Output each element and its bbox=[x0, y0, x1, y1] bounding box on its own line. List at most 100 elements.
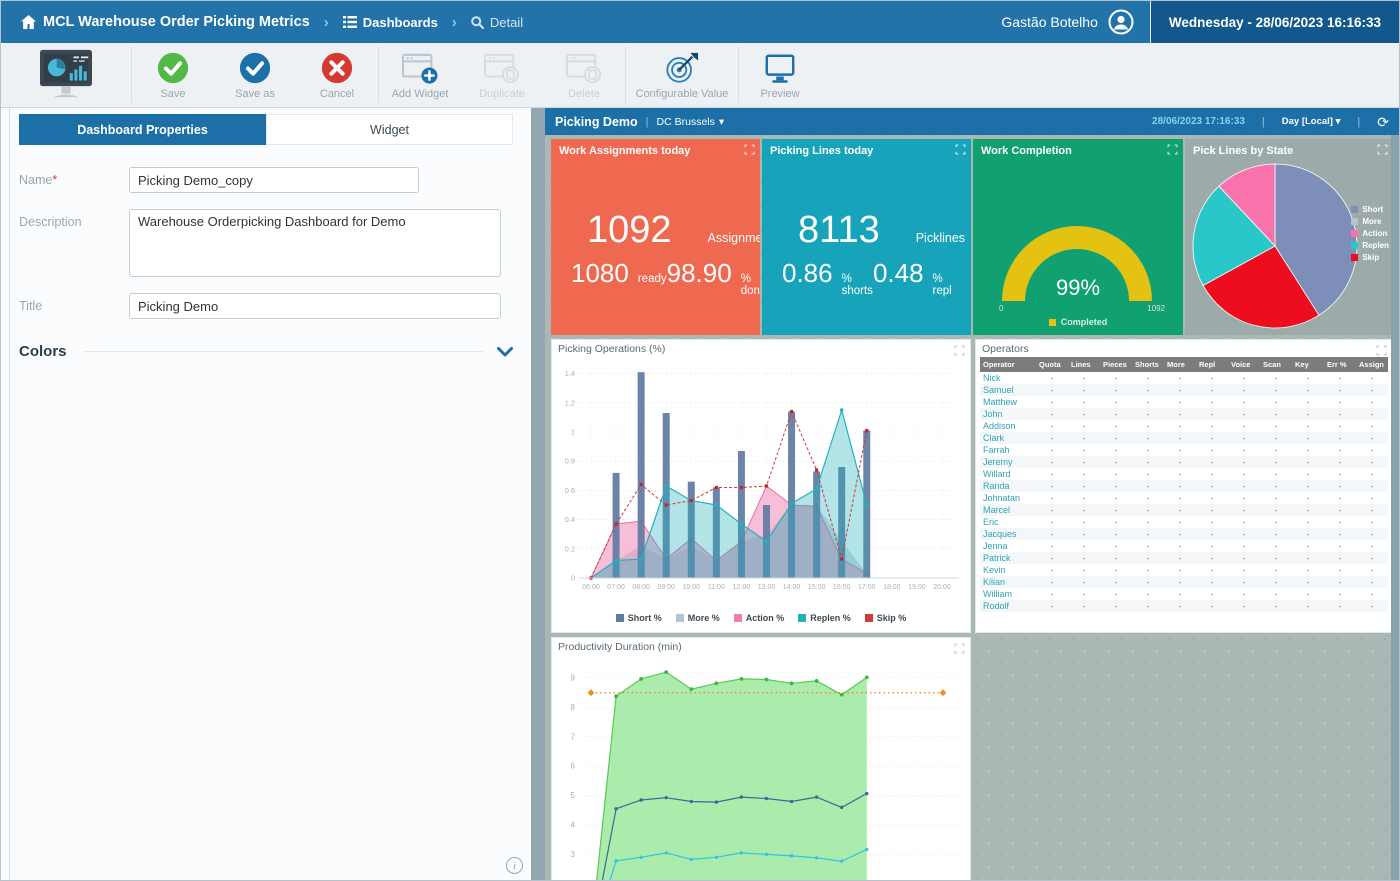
svg-text:8: 8 bbox=[571, 703, 576, 712]
time-range-selector[interactable]: Day [Local] ▾ bbox=[1282, 116, 1341, 127]
expand-icon[interactable] bbox=[1167, 144, 1178, 155]
table-cell: - bbox=[1100, 420, 1132, 432]
dashboard-app-icon bbox=[1, 43, 131, 107]
tab-widget[interactable]: Widget bbox=[266, 114, 513, 145]
table-cell: - bbox=[1356, 384, 1388, 396]
table-cell: - bbox=[1324, 432, 1356, 444]
operator-name: Johnatan bbox=[980, 492, 1036, 504]
title-field[interactable] bbox=[129, 293, 501, 319]
table-row: Jenna----------- bbox=[980, 540, 1388, 552]
svg-text:20:00: 20:00 bbox=[933, 584, 951, 591]
table-cell: - bbox=[1356, 588, 1388, 600]
table-cell: - bbox=[1196, 396, 1228, 408]
svg-text:16:00: 16:00 bbox=[833, 584, 851, 591]
expand-icon[interactable] bbox=[744, 144, 755, 155]
user-menu[interactable]: Gastão Botelho bbox=[985, 1, 1150, 43]
tab-dashboard-properties[interactable]: Dashboard Properties bbox=[19, 114, 266, 145]
panel-dashboard-divider[interactable] bbox=[531, 108, 545, 880]
breadcrumb-dashboards[interactable]: Dashboards bbox=[343, 15, 438, 30]
kpi-sub-label: % repl bbox=[933, 273, 952, 297]
kpi-sub-value: 1080 bbox=[571, 258, 629, 289]
column-header[interactable]: Operator bbox=[980, 357, 1036, 372]
table-cell: - bbox=[1132, 600, 1164, 612]
table-cell: - bbox=[1068, 588, 1100, 600]
expand-icon[interactable] bbox=[1376, 345, 1387, 356]
table-cell: - bbox=[1100, 396, 1132, 408]
column-header[interactable]: Lines bbox=[1068, 357, 1100, 372]
colors-section-header[interactable]: Colors bbox=[19, 343, 513, 360]
name-field[interactable] bbox=[129, 167, 419, 193]
info-icon[interactable]: i bbox=[506, 857, 523, 874]
table-row: William----------- bbox=[980, 588, 1388, 600]
column-header[interactable]: Scan bbox=[1260, 357, 1292, 372]
operator-name: Marcel bbox=[980, 504, 1036, 516]
column-header[interactable]: Repl bbox=[1196, 357, 1228, 372]
widget-picking-operations[interactable]: Picking Operations (%) 00.20.40.60.811.2… bbox=[551, 339, 971, 633]
caret-down-icon: ▾ bbox=[719, 116, 724, 128]
svg-text:07:00: 07:00 bbox=[607, 584, 625, 591]
table-cell: - bbox=[1356, 492, 1388, 504]
table-cell: - bbox=[1100, 444, 1132, 456]
widget-work-assignments[interactable]: Work Assignments today 1092Assignments 1… bbox=[551, 139, 760, 335]
refresh-icon[interactable]: ⟳ bbox=[1377, 115, 1389, 129]
legend-swatch bbox=[865, 614, 873, 622]
legend-swatch bbox=[1351, 242, 1358, 249]
table-cell: - bbox=[1068, 384, 1100, 396]
table-cell: - bbox=[1228, 516, 1260, 528]
legend-swatch bbox=[798, 614, 806, 622]
operator-name: Kevin bbox=[980, 564, 1036, 576]
column-header[interactable]: Key bbox=[1292, 357, 1324, 372]
svg-text:0: 0 bbox=[571, 574, 575, 583]
column-header[interactable]: Quota bbox=[1036, 357, 1068, 372]
delete-button[interactable]: Delete bbox=[543, 43, 625, 107]
legend-swatch bbox=[1351, 218, 1358, 225]
widget-operators[interactable]: Operators OperatorQuotaLinesPiecesShorts… bbox=[975, 339, 1391, 633]
column-header[interactable]: Err % bbox=[1324, 357, 1356, 372]
svg-text:5: 5 bbox=[571, 791, 576, 800]
gauge-value: 99% bbox=[973, 275, 1183, 301]
widget-productivity-duration[interactable]: Productivity Duration (min) 23456789 bbox=[551, 637, 971, 880]
table-cell: - bbox=[1356, 468, 1388, 480]
table-cell: - bbox=[1196, 408, 1228, 420]
table-cell: - bbox=[1196, 492, 1228, 504]
preview-button[interactable]: Preview bbox=[739, 43, 821, 107]
cancel-button[interactable]: Cancel bbox=[296, 43, 378, 107]
widget-pick-lines-by-state[interactable]: Pick Lines by State ShortMoreActionReple… bbox=[1185, 139, 1391, 335]
widget-picking-lines[interactable]: Picking Lines today 8113Picklines 0.86% … bbox=[762, 139, 971, 335]
save-as-button[interactable]: Save as bbox=[214, 43, 296, 107]
table-cell: - bbox=[1356, 516, 1388, 528]
caret-down-icon: ▾ bbox=[1336, 116, 1341, 127]
column-header[interactable]: Voice bbox=[1228, 357, 1260, 372]
svg-text:0.8: 0.8 bbox=[565, 457, 575, 466]
legend-item: Skip bbox=[1351, 253, 1389, 262]
expand-icon[interactable] bbox=[954, 643, 965, 654]
configurable-value-button[interactable]: Configurable Value bbox=[626, 43, 738, 107]
widget-title: Productivity Duration (min) bbox=[552, 638, 970, 654]
table-cell: - bbox=[1068, 540, 1100, 552]
column-header[interactable]: Assign bbox=[1356, 357, 1388, 372]
widget-work-completion[interactable]: Work Completion 99% 0 1092 Completed bbox=[973, 139, 1183, 335]
table-cell: - bbox=[1260, 528, 1292, 540]
table-row: Jacques----------- bbox=[980, 528, 1388, 540]
column-header[interactable]: Shorts bbox=[1132, 357, 1164, 372]
dashboard-scrollbar[interactable] bbox=[1391, 135, 1399, 880]
table-cell: - bbox=[1036, 480, 1068, 492]
table-cell: - bbox=[1292, 396, 1324, 408]
table-cell: - bbox=[1164, 480, 1196, 492]
table-cell: - bbox=[1324, 600, 1356, 612]
column-header[interactable]: More bbox=[1164, 357, 1196, 372]
description-field[interactable] bbox=[129, 209, 501, 277]
table-cell: - bbox=[1036, 564, 1068, 576]
svg-text:1.2: 1.2 bbox=[565, 398, 575, 407]
column-header[interactable]: Pieces bbox=[1100, 357, 1132, 372]
save-button[interactable]: Save bbox=[132, 43, 214, 107]
add-widget-button[interactable]: Add Widget bbox=[379, 43, 461, 107]
duplicate-button[interactable]: Duplicate bbox=[461, 43, 543, 107]
expand-icon[interactable] bbox=[1377, 144, 1388, 155]
legend-item: Short % bbox=[616, 613, 662, 623]
site-selector[interactable]: DC Brussels▾ bbox=[657, 116, 725, 128]
legend-swatch bbox=[616, 614, 624, 622]
breadcrumb-detail[interactable]: Detail bbox=[471, 15, 523, 30]
expand-icon[interactable] bbox=[955, 144, 966, 155]
expand-icon[interactable] bbox=[954, 345, 965, 356]
